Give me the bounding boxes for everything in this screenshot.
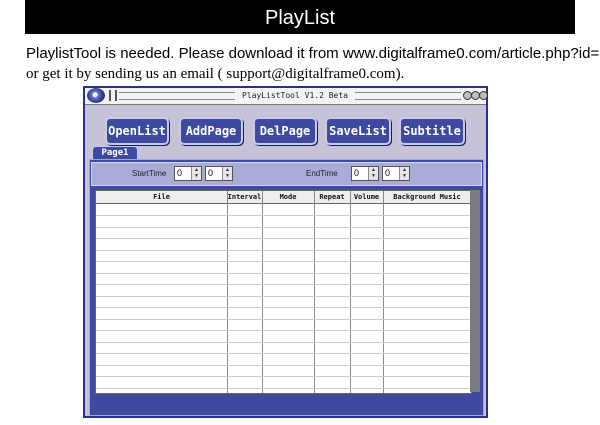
table-row[interactable]: [96, 249, 471, 251]
table-row[interactable]: [96, 295, 471, 297]
table-scroll-gutter[interactable]: [470, 190, 480, 392]
column-header-repeat[interactable]: Repeat: [314, 191, 350, 203]
table-row[interactable]: [96, 307, 471, 308]
table-row[interactable]: [96, 261, 471, 262]
close-icon[interactable]: [479, 91, 488, 100]
table-row[interactable]: [96, 353, 471, 354]
title-decoration-right: [355, 92, 461, 100]
spinner-arrows-icon[interactable]: ▲ ▼: [222, 167, 232, 180]
table-row[interactable]: [96, 284, 471, 285]
window-body: OpenList AddPage DelPage SaveList Subtit…: [85, 105, 486, 416]
table-row[interactable]: [96, 272, 471, 274]
column-divider: [314, 191, 315, 393]
end-time-spinner-2[interactable]: 0 ▲ ▼: [382, 166, 410, 181]
end-time-label: EndTime: [306, 169, 338, 178]
table-row[interactable]: [96, 330, 471, 331]
table-row[interactable]: [96, 226, 471, 228]
column-header-file[interactable]: File: [96, 191, 227, 203]
playlisttool-window: PlayListTool V1.2 Beta OpenList AddPage …: [83, 86, 488, 418]
column-divider: [227, 191, 228, 393]
table-row[interactable]: [96, 318, 471, 320]
end-time-spinner-1[interactable]: 0 ▲ ▼: [351, 166, 379, 181]
del-page-button[interactable]: DelPage: [253, 117, 317, 145]
table-row[interactable]: [96, 341, 471, 343]
end-time-value-1: 0: [354, 168, 360, 178]
title-separator: [109, 90, 117, 101]
column-header-interval[interactable]: Interval: [227, 191, 262, 203]
table-row[interactable]: [96, 376, 471, 377]
start-time-spinner-1[interactable]: 0 ▲ ▼: [174, 166, 202, 181]
table-row[interactable]: [96, 238, 471, 239]
time-controls: StartTime 0 ▲ ▼ 0 ▲ ▼ EndTime 0 ▲ ▼ 0 ▲ ▼: [91, 162, 482, 186]
system-menu-icon[interactable]: [87, 88, 105, 103]
window-title: PlayListTool V1.2 Beta: [235, 89, 355, 102]
playlist-table[interactable]: File Interval Mode Repeat Volume Backgro…: [95, 190, 472, 394]
spinner-arrows-icon[interactable]: ▲ ▼: [399, 167, 409, 180]
table-row[interactable]: [96, 364, 471, 366]
spinner-arrows-icon[interactable]: ▲ ▼: [191, 167, 201, 180]
tab-page1[interactable]: Page1: [92, 146, 138, 160]
page-banner: PlayList: [25, 0, 575, 34]
start-time-value-2: 0: [208, 168, 214, 178]
column-header-background-music[interactable]: Background Music: [383, 191, 471, 203]
window-title-bar[interactable]: PlayListTool V1.2 Beta: [85, 88, 488, 105]
end-time-value-2: 0: [385, 168, 391, 178]
start-time-value-1: 0: [177, 168, 183, 178]
open-list-button[interactable]: OpenList: [105, 117, 169, 145]
intro-text-line-2: or get it by sending us an email ( suppo…: [26, 66, 405, 82]
table-row[interactable]: [96, 215, 471, 216]
add-page-button[interactable]: AddPage: [179, 117, 243, 145]
subtitle-button[interactable]: Subtitle: [399, 117, 465, 145]
page-panel: StartTime 0 ▲ ▼ 0 ▲ ▼ EndTime 0 ▲ ▼ 0 ▲ ▼: [89, 159, 484, 416]
start-time-label: StartTime: [132, 169, 167, 178]
spinner-arrows-icon[interactable]: ▲ ▼: [368, 167, 378, 180]
column-header-mode[interactable]: Mode: [262, 191, 314, 203]
table-row[interactable]: [96, 387, 471, 389]
table-header: File Interval Mode Repeat Volume Backgro…: [96, 191, 471, 204]
column-divider: [262, 191, 263, 393]
title-decoration-left: [119, 92, 235, 100]
start-time-spinner-2[interactable]: 0 ▲ ▼: [205, 166, 233, 181]
save-list-button[interactable]: SaveList: [325, 117, 391, 145]
column-header-volume[interactable]: Volume: [350, 191, 383, 203]
column-divider: [350, 191, 351, 393]
intro-text-line-1: PlaylistTool is needed. Please download …: [26, 45, 600, 62]
column-divider: [383, 191, 384, 393]
